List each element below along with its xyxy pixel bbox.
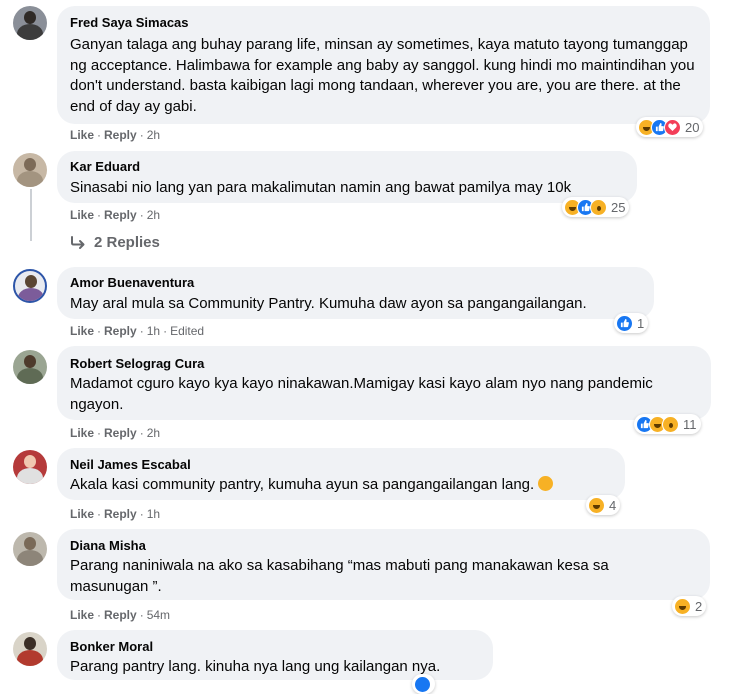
comment-text: Ganyan talaga ang buhay parang life, min… (70, 36, 695, 115)
reply-link[interactable]: Reply (104, 128, 137, 142)
reaction-count: 20 (685, 119, 700, 135)
like-link[interactable]: Like (70, 507, 94, 521)
comment-author[interactable]: Diana Misha (70, 538, 146, 553)
comment-author[interactable]: Amor Buenaventura (70, 275, 194, 290)
reaction-count: 25 (611, 199, 626, 215)
comment-author[interactable]: Kar Eduard (70, 159, 140, 174)
comment-text-content: Akala kasi community pantry, kumuha ayun… (70, 476, 535, 493)
avatar[interactable] (13, 450, 47, 484)
reply-arrow-icon (71, 235, 85, 249)
reaction-summary[interactable]: 4 (586, 495, 621, 515)
reply-link[interactable]: Reply (104, 608, 137, 622)
wow-reaction-icon (590, 198, 607, 216)
comment-text: Madamot cguro kayo kya kayo ninakawan.Ma… (70, 375, 653, 413)
reply-link[interactable]: Reply (104, 507, 137, 521)
reaction-summary[interactable]: 25 (562, 197, 630, 217)
replies-label: 2 Replies (94, 234, 160, 251)
comment-time[interactable]: 54m (147, 608, 170, 622)
avatar[interactable] (13, 532, 47, 566)
reaction-summary[interactable] (412, 674, 435, 694)
avatar[interactable] (13, 6, 47, 40)
like-link[interactable]: Like (70, 324, 94, 338)
grin-emoji-icon (538, 476, 554, 491)
reaction-count: 2 (695, 598, 703, 614)
wow-reaction-icon (662, 415, 679, 433)
comment-actions: Like · Reply · 54m (70, 608, 171, 622)
comment-time[interactable]: 1h (147, 324, 160, 338)
love-reaction-icon (664, 118, 681, 136)
comment-author[interactable]: Robert Selograg Cura (70, 356, 204, 371)
comment-text: May aral mula sa Community Pantry. Kumuh… (70, 295, 587, 312)
comment-actions: Like · Reply · 1h · Edited (70, 324, 205, 338)
comment-text: Parang naniniwala na ako sa kasabihang “… (70, 557, 609, 595)
comment-actions: Like · Reply · 1h (70, 507, 161, 521)
comment-text: Akala kasi community pantry, kumuha ayun… (70, 475, 620, 496)
reply-link[interactable]: Reply (104, 426, 137, 440)
reaction-count: 1 (637, 315, 645, 331)
reply-link[interactable]: Reply (104, 208, 137, 222)
like-link[interactable]: Like (70, 208, 94, 222)
thread-line (30, 189, 32, 241)
comment-time[interactable]: 2h (147, 208, 160, 222)
like-link[interactable]: Like (70, 608, 94, 622)
reaction-summary[interactable]: 1 (614, 313, 649, 333)
view-replies-button[interactable]: 2 Replies (70, 234, 160, 251)
like-link[interactable]: Like (70, 128, 94, 142)
comment-time[interactable]: 2h (147, 426, 160, 440)
reaction-count: 11 (683, 416, 697, 432)
comment-author[interactable]: Neil James Escabal (70, 457, 191, 472)
avatar[interactable] (13, 350, 47, 384)
like-reaction-icon (616, 314, 633, 332)
reaction-summary[interactable]: 11 (634, 414, 701, 434)
haha-reaction-icon (674, 597, 691, 615)
comment-actions: Like · Reply · 2h (70, 128, 161, 142)
comment-time[interactable]: 1h (147, 507, 160, 521)
reply-link[interactable]: Reply (104, 324, 137, 338)
like-link[interactable]: Like (70, 426, 94, 440)
comment-author[interactable]: Bonker Moral (70, 639, 153, 654)
reaction-count: 4 (609, 497, 617, 513)
reaction-summary[interactable]: 20 (636, 117, 704, 137)
haha-reaction-icon (588, 496, 605, 514)
edited-label[interactable]: Edited (170, 324, 204, 338)
like-reaction-icon (414, 675, 431, 693)
comment-time[interactable]: 2h (147, 128, 160, 142)
avatar[interactable] (13, 269, 47, 303)
avatar[interactable] (13, 632, 47, 666)
comment-actions: Like · Reply · 2h (70, 208, 161, 222)
comment-author[interactable]: Fred Saya Simacas (70, 15, 189, 30)
reaction-summary[interactable]: 2 (672, 596, 707, 616)
comment-text: Sinasabi nio lang yan para makalimutan n… (70, 179, 572, 196)
comment-actions: Like · Reply · 2h (70, 426, 161, 440)
avatar[interactable] (13, 153, 47, 187)
